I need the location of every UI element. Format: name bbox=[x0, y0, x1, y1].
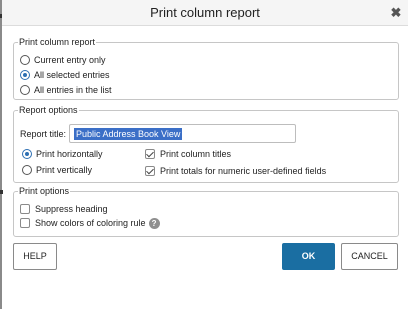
radio-label: All entries in the list bbox=[34, 85, 112, 95]
cancel-button[interactable]: CANCEL bbox=[341, 243, 398, 270]
radio-icon-selected bbox=[22, 149, 32, 159]
report-title-label: Report title: bbox=[20, 129, 67, 139]
report-title-value: Public Address Book View bbox=[74, 128, 183, 140]
ok-button[interactable]: OK bbox=[282, 243, 335, 270]
radio-all-selected-entries[interactable]: All selected entries bbox=[20, 69, 110, 81]
radio-icon bbox=[20, 85, 30, 95]
radio-icon bbox=[22, 165, 32, 175]
checkbox-label: Print column titles bbox=[160, 149, 232, 159]
radio-label: All selected entries bbox=[34, 70, 110, 80]
background-window-edge bbox=[0, 0, 2, 309]
report-options-group: Report options Report title: Public Addr… bbox=[13, 105, 399, 183]
checkbox-suppress-heading[interactable]: Suppress heading bbox=[20, 203, 108, 215]
group-legend: Print column report bbox=[18, 37, 97, 48]
checkbox-icon bbox=[20, 204, 30, 214]
close-icon[interactable]: ✖ bbox=[389, 6, 403, 20]
print-column-report-group: Print column report Current entry only A… bbox=[13, 37, 399, 100]
radio-all-entries[interactable]: All entries in the list bbox=[20, 84, 112, 96]
dialog-title: Print column report bbox=[150, 5, 260, 20]
radio-print-horizontally[interactable]: Print horizontally bbox=[22, 148, 103, 160]
dialog-title-bar: Print column report ✖ bbox=[2, 0, 408, 26]
radio-label: Current entry only bbox=[34, 55, 106, 65]
background-window-mark bbox=[0, 190, 3, 194]
radio-icon bbox=[20, 55, 30, 65]
checkbox-checked-icon bbox=[145, 149, 155, 159]
checkbox-label: Suppress heading bbox=[35, 204, 108, 214]
checkbox-show-colors[interactable]: Show colors of coloring rule ? bbox=[20, 217, 160, 229]
radio-print-vertically[interactable]: Print vertically bbox=[22, 164, 92, 176]
checkbox-print-totals[interactable]: Print totals for numeric user-defined fi… bbox=[145, 165, 326, 177]
checkbox-label: Print totals for numeric user-defined fi… bbox=[160, 166, 327, 176]
help-icon[interactable]: ? bbox=[148, 217, 160, 229]
report-title-input[interactable]: Public Address Book View bbox=[69, 124, 296, 143]
checkbox-icon bbox=[20, 218, 30, 228]
checkbox-checked-icon bbox=[145, 166, 155, 176]
radio-label: Print horizontally bbox=[36, 149, 103, 159]
group-legend: Print options bbox=[18, 186, 71, 197]
print-options-group: Print options Suppress heading Show colo… bbox=[13, 186, 399, 237]
radio-label: Print vertically bbox=[36, 165, 93, 175]
checkbox-print-column-titles[interactable]: Print column titles bbox=[145, 148, 231, 160]
radio-current-entry[interactable]: Current entry only bbox=[20, 54, 106, 66]
checkbox-label: Show colors of coloring rule bbox=[35, 218, 146, 228]
group-legend: Report options bbox=[18, 105, 79, 116]
help-button[interactable]: HELP bbox=[13, 243, 57, 270]
radio-icon-selected bbox=[20, 70, 30, 80]
